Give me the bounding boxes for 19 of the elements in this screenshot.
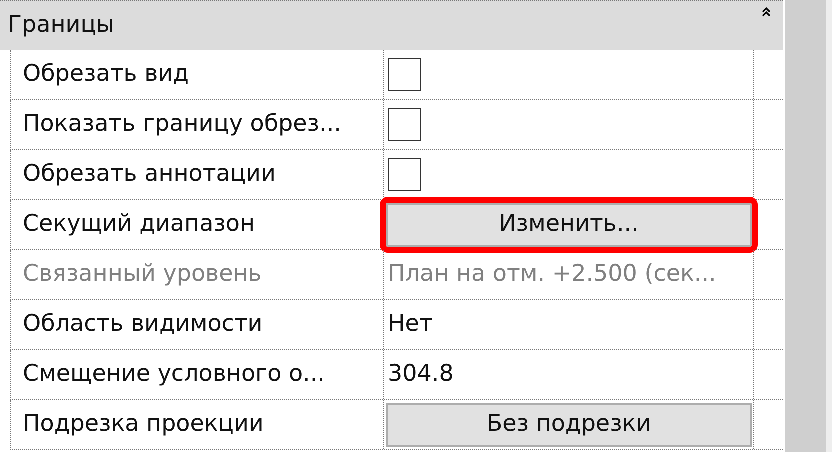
collapse-icon[interactable] [762,7,771,17]
property-label: Область видимости [22,310,263,338]
property-label: Обрезать аннотации [22,160,276,188]
property-label: Секущий диапазон [22,210,255,238]
scrollbar[interactable] [783,0,826,452]
property-label: Подрезка проекции [22,410,264,438]
property-value[interactable]: 304.8 [384,360,454,388]
property-label: Обрезать вид [22,60,190,88]
checkbox[interactable] [388,108,421,141]
property-label: Показать границу обрез... [22,110,342,138]
property-value: План на отм. +2.500 (сек... [387,260,716,288]
group-title: Границы [8,14,115,37]
property-value[interactable]: Нет [384,310,433,338]
checkbox[interactable] [388,158,421,191]
checkbox[interactable] [388,58,421,91]
group-header[interactable]: Границы [0,0,783,50]
property-label: Смещение условного о... [22,360,325,388]
property-button[interactable]: Без подрезки [386,402,752,446]
property-label: Связанный уровень [22,260,262,288]
